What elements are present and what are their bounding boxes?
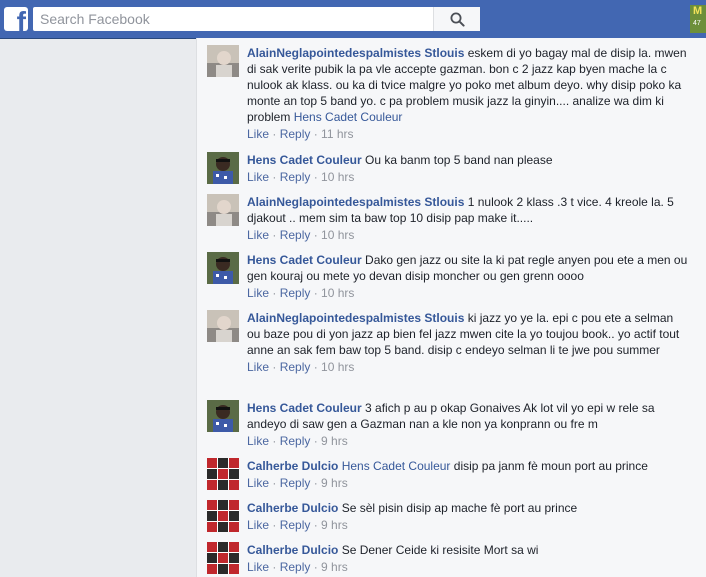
comment-text: disip pa janm fè moun port au prince (453, 459, 648, 473)
facebook-logo-icon[interactable]: f (4, 7, 28, 31)
reply-link[interactable]: Reply (280, 476, 311, 490)
comment-author[interactable]: AlainNeglapointedespalmistes Stlouis (247, 195, 464, 209)
top-navigation-bar: f M 47 (0, 0, 706, 39)
comment-author[interactable]: Hens Cadet Couleur (247, 153, 362, 167)
comment-body: AlainNeglapointedespalmistes Stlouis 1 n… (247, 194, 689, 243)
reply-link[interactable]: Reply (280, 360, 311, 374)
comment-actions: Like · Reply · 11 hrs (247, 127, 354, 141)
reply-link[interactable]: Reply (280, 170, 311, 184)
comment-time[interactable]: 9 hrs (321, 518, 348, 532)
comment-author[interactable]: AlainNeglapointedespalmistes Stlouis (247, 311, 464, 325)
comment-author[interactable]: Hens Cadet Couleur (247, 253, 362, 267)
comment-actions: Like · Reply · 10 hrs (247, 360, 355, 374)
search-button[interactable] (433, 7, 480, 31)
avatar-alain[interactable] (207, 45, 239, 77)
comment-actions: Like · Reply · 10 hrs (247, 170, 355, 184)
comment-author[interactable]: AlainNeglapointedespalmistes Stlouis (247, 46, 464, 60)
avatar-calherbe[interactable] (207, 500, 239, 532)
comment-text: Se Dener Ceide ki resisite Mort sa wi (341, 543, 539, 557)
comment-body: AlainNeglapointedespalmistes Stlouis ki … (247, 310, 689, 375)
comment-time[interactable]: 10 hrs (321, 228, 354, 242)
comment-time[interactable]: 10 hrs (321, 170, 354, 184)
comment-mention[interactable]: Hens Cadet Couleur (294, 110, 403, 124)
reply-link[interactable]: Reply (280, 228, 311, 242)
comment-text: Ou ka banm top 5 band nan please (365, 153, 553, 167)
comment-body: Hens Cadet Couleur Ou ka banm top 5 band… (247, 152, 689, 185)
comment-time[interactable]: 10 hrs (321, 360, 354, 374)
avatar-alain[interactable] (207, 310, 239, 342)
comment-author[interactable]: Calherbe Dulcio (247, 501, 338, 515)
avatar-hens[interactable] (207, 152, 239, 184)
like-link[interactable]: Like (247, 170, 269, 184)
avatar-calherbe[interactable] (207, 542, 239, 574)
comment-body: AlainNeglapointedespalmistes Stlouis esk… (247, 45, 689, 142)
reply-link[interactable]: Reply (280, 286, 311, 300)
like-link[interactable]: Like (247, 228, 269, 242)
reply-link[interactable]: Reply (280, 560, 311, 574)
reply-link[interactable]: Reply (280, 127, 311, 141)
like-link[interactable]: Like (247, 476, 269, 490)
comment-time[interactable]: 9 hrs (321, 476, 348, 490)
comment-body: Hens Cadet Couleur 3 afich p au p okap G… (247, 400, 689, 449)
avatar-hens[interactable] (207, 400, 239, 432)
reply-link[interactable]: Reply (280, 518, 311, 532)
facebook-logo-letter: f (16, 7, 26, 32)
comment-body: Calherbe Dulcio Hens Cadet Couleur disip… (247, 458, 689, 491)
comment-actions: Like · Reply · 9 hrs (247, 560, 348, 574)
comment-actions: Like · Reply · 9 hrs (247, 518, 348, 532)
badge-bottom-text: 47 (693, 20, 701, 27)
comment-actions: Like · Reply · 10 hrs (247, 286, 355, 300)
like-link[interactable]: Like (247, 127, 269, 141)
avatar-hens[interactable] (207, 252, 239, 284)
comment-author[interactable]: Calherbe Dulcio (247, 543, 338, 557)
badge-top-text: M (693, 5, 703, 17)
comment-body: Calherbe Dulcio Se Dener Ceide ki resisi… (247, 542, 689, 575)
comment-text: Se sèl pisin disip ap mache fè port au p… (341, 501, 578, 515)
like-link[interactable]: Like (247, 286, 269, 300)
avatar-calherbe[interactable] (207, 458, 239, 490)
like-link[interactable]: Like (247, 360, 269, 374)
comment-actions: Like · Reply · 9 hrs (247, 476, 348, 490)
like-link[interactable]: Like (247, 560, 269, 574)
search-icon (450, 12, 465, 27)
comment-time[interactable]: 10 hrs (321, 286, 354, 300)
avatar-alain[interactable] (207, 194, 239, 226)
comment-actions: Like · Reply · 10 hrs (247, 228, 355, 242)
comment-author[interactable]: Calherbe Dulcio (247, 459, 338, 473)
reply-link[interactable]: Reply (280, 434, 311, 448)
comment-time[interactable]: 11 hrs (321, 127, 353, 141)
notification-badge[interactable]: M 47 (690, 5, 706, 33)
search-box (33, 7, 480, 31)
comment-author[interactable]: Hens Cadet Couleur (247, 401, 362, 415)
comment-actions: Like · Reply · 9 hrs (247, 434, 348, 448)
search-input[interactable] (33, 7, 433, 31)
comment-body: Hens Cadet Couleur Dako gen jazz ou site… (247, 252, 689, 301)
like-link[interactable]: Like (247, 518, 269, 532)
comment-time[interactable]: 9 hrs (321, 560, 348, 574)
comment-time[interactable]: 9 hrs (321, 434, 348, 448)
like-link[interactable]: Like (247, 434, 269, 448)
comment-mention[interactable]: Hens Cadet Couleur (342, 459, 451, 473)
comment-body: Calherbe Dulcio Se sèl pisin disip ap ma… (247, 500, 689, 533)
